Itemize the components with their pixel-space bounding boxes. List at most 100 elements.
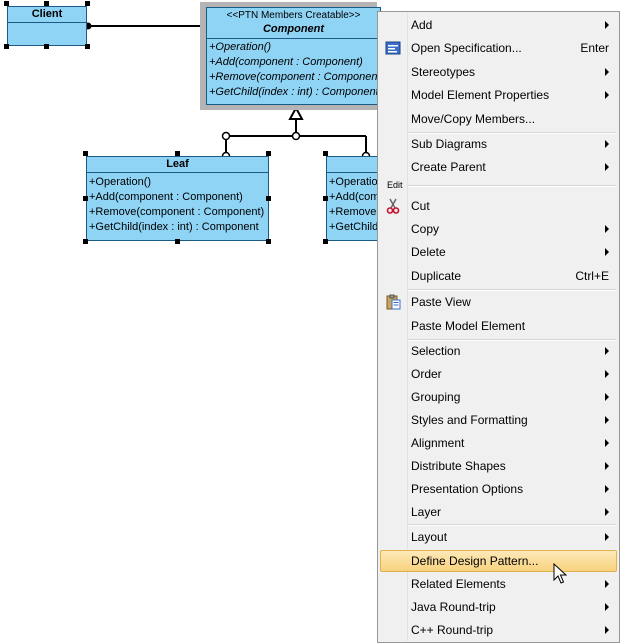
class-client-name: Client xyxy=(8,7,86,23)
menu-item-label: Presentation Options xyxy=(411,482,524,496)
selection-handle[interactable] xyxy=(44,1,49,6)
menu-item-layer[interactable]: Layer xyxy=(380,501,617,523)
menu-item-cut[interactable]: Cut xyxy=(380,195,617,217)
submenu-arrow-icon xyxy=(605,533,609,541)
menu-item-label: Paste View xyxy=(411,295,471,309)
menu-item-label: Copy xyxy=(411,222,440,236)
selection-handle[interactable] xyxy=(83,151,88,156)
menu-item-grouping[interactable]: Grouping xyxy=(380,386,617,408)
menu-item-label: Paste Model Element xyxy=(411,319,526,333)
selection-handle[interactable] xyxy=(4,1,9,6)
menu-item-label: Stereotypes xyxy=(411,65,476,79)
class-client[interactable]: Client xyxy=(7,6,87,46)
menu-item-label: Grouping xyxy=(411,390,461,404)
menu-item-order[interactable]: Order xyxy=(380,363,617,385)
menu-item-copy[interactable]: Copy xyxy=(380,218,617,240)
menu-item-define-design-pattern[interactable]: Define Design Pattern... xyxy=(380,550,617,572)
menu-item-sub-diagrams[interactable]: Sub Diagrams xyxy=(380,133,617,155)
operation: +GetChild(index : int) : Component xyxy=(209,86,379,98)
class-component[interactable]: <<PTN Members Creatable>> Component +Ope… xyxy=(206,7,385,105)
selection-handle[interactable] xyxy=(323,151,328,156)
paste-icon xyxy=(386,294,401,310)
submenu-arrow-icon xyxy=(605,68,609,76)
class-leaf[interactable]: Leaf +Operation() +Add(component : Compo… xyxy=(86,156,269,241)
menu-item-styles-and-formatting[interactable]: Styles and Formatting xyxy=(380,409,617,431)
diagram-canvas[interactable]: Client <<PTN Members Creatable>> Compone… xyxy=(0,0,386,643)
menu-item-open-specification[interactable]: Open Specification... Enter xyxy=(380,37,617,59)
submenu-arrow-icon xyxy=(605,416,609,424)
submenu-arrow-icon xyxy=(605,140,609,148)
menu-item-create-parent[interactable]: Create Parent xyxy=(380,156,617,178)
menu-item-label: Selection xyxy=(411,344,461,358)
submenu-arrow-icon xyxy=(605,626,609,634)
menu-separator xyxy=(408,185,616,187)
menu-item-label: Styles and Formatting xyxy=(411,413,528,427)
selection-handle[interactable] xyxy=(266,196,271,201)
menu-item-label: C++ Round-trip xyxy=(411,623,494,637)
submenu-arrow-icon xyxy=(605,508,609,516)
selection-handle[interactable] xyxy=(323,239,328,244)
menu-item-presentation-options[interactable]: Presentation Options xyxy=(380,478,617,500)
selection-handle[interactable] xyxy=(83,196,88,201)
submenu-arrow-icon xyxy=(605,439,609,447)
context-menu: Add Open Specification... Enter Stereotyp… xyxy=(377,11,620,643)
menu-item-label: Layout xyxy=(411,530,448,544)
menu-item-java-round-trip[interactable]: Java Round-trip xyxy=(380,596,617,618)
submenu-arrow-icon xyxy=(605,580,609,588)
selection-handle[interactable] xyxy=(4,44,9,49)
open-specification-icon xyxy=(385,41,401,55)
menu-item-model-element-properties[interactable]: Model Element Properties xyxy=(380,84,617,106)
menu-item-shortcut: Enter xyxy=(580,41,609,55)
operation: +Add(component : Component) xyxy=(209,56,363,68)
selection-handle[interactable] xyxy=(85,44,90,49)
submenu-arrow-icon xyxy=(605,21,609,29)
submenu-arrow-icon xyxy=(605,163,609,171)
submenu-arrow-icon xyxy=(605,485,609,493)
submenu-arrow-icon xyxy=(605,462,609,470)
menu-item-label: Layer xyxy=(411,505,442,519)
menu-item-distribute-shapes[interactable]: Distribute Shapes xyxy=(380,455,617,477)
selection-handle[interactable] xyxy=(323,196,328,201)
class-leaf-name: Leaf xyxy=(87,157,268,173)
mouse-cursor-icon xyxy=(553,563,567,584)
menu-item-add[interactable]: Add xyxy=(380,14,617,36)
menu-item-cpp-round-trip[interactable]: C++ Round-trip xyxy=(380,619,617,641)
menu-item-label: Add xyxy=(411,18,433,32)
selection-handle[interactable] xyxy=(85,1,90,6)
operation: +Remove(component : Component) xyxy=(89,206,265,218)
menu-item-label: Delete xyxy=(411,245,446,259)
menu-item-alignment[interactable]: Alignment xyxy=(380,432,617,454)
class-component-name: Component xyxy=(262,23,325,35)
menu-item-label: Sub Diagrams xyxy=(411,137,488,151)
operation: +Add(component : Component) xyxy=(89,191,243,203)
menu-item-paste-model-element[interactable]: Paste Model Element xyxy=(380,315,617,337)
menu-group-label-edit: Edit xyxy=(386,180,404,190)
selection-handle[interactable] xyxy=(266,239,271,244)
menu-item-label: Distribute Shapes xyxy=(411,459,506,473)
menu-item-delete[interactable]: Delete xyxy=(380,241,617,263)
submenu-arrow-icon xyxy=(605,370,609,378)
selection-handle[interactable] xyxy=(83,239,88,244)
menu-item-paste-view[interactable]: Paste View xyxy=(380,291,617,313)
menu-item-label: Create Parent xyxy=(411,160,486,174)
selection-handle[interactable] xyxy=(175,151,180,156)
operation: +Remove(component : Component) xyxy=(209,71,385,83)
menu-item-related-elements[interactable]: Related Elements xyxy=(380,573,617,595)
submenu-arrow-icon xyxy=(605,91,609,99)
menu-item-move-copy-members[interactable]: Move/Copy Members... xyxy=(380,108,617,130)
menu-item-shortcut: Ctrl+E xyxy=(575,269,609,283)
menu-item-label: Move/Copy Members... xyxy=(411,112,536,126)
submenu-arrow-icon xyxy=(605,347,609,355)
menu-item-layout[interactable]: Layout xyxy=(380,526,617,548)
submenu-arrow-icon xyxy=(605,603,609,611)
menu-item-stereotypes[interactable]: Stereotypes xyxy=(380,61,617,83)
operation: +GetChild(index : int) : Component xyxy=(89,221,259,233)
menu-item-label: Model Element Properties xyxy=(411,88,550,102)
selection-handle[interactable] xyxy=(266,151,271,156)
menu-item-label: Cut xyxy=(411,199,430,213)
selection-handle[interactable] xyxy=(175,239,180,244)
menu-item-selection[interactable]: Selection xyxy=(380,340,617,362)
menu-item-duplicate[interactable]: Duplicate Ctrl+E xyxy=(380,265,617,287)
submenu-arrow-icon xyxy=(605,393,609,401)
selection-handle[interactable] xyxy=(44,44,49,49)
